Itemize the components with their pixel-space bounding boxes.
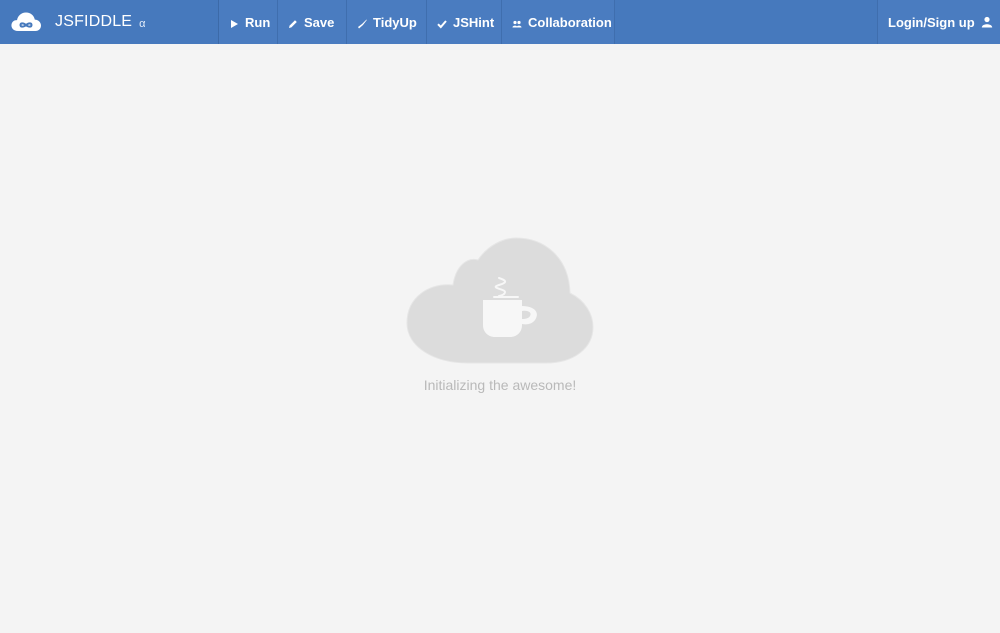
loading-message: Initializing the awesome! — [423, 377, 577, 393]
alpha-badge: α — [139, 18, 146, 30]
pencil-icon — [288, 17, 298, 28]
jshint-label: JSHint — [453, 14, 495, 30]
brand-title: JSFIDDLE — [55, 13, 133, 30]
cloud-coffee-cup-icon — [406, 237, 594, 365]
jshint-button[interactable]: JSHint — [426, 0, 501, 44]
run-button[interactable]: Run — [218, 0, 277, 44]
broom-icon — [357, 17, 367, 29]
run-label: Run — [245, 14, 271, 30]
cloud-infinity-icon — [10, 11, 42, 33]
login-label: Login/Sign up — [888, 14, 975, 30]
save-button[interactable]: Save — [277, 0, 346, 44]
login-signup-button[interactable]: Login/Sign up — [877, 0, 1000, 44]
user-icon — [981, 16, 993, 28]
people-icon — [512, 17, 522, 28]
check-icon — [437, 17, 447, 29]
collaboration-button[interactable]: Collaboration — [501, 0, 615, 44]
save-label: Save — [304, 14, 335, 30]
loading-screen: Initializing the awesome! — [0, 44, 1000, 633]
toolbar-actions: Run Save TidyUp JSHint Collaboration — [218, 0, 615, 44]
tidyup-label: TidyUp — [373, 14, 417, 30]
tidyup-button[interactable]: TidyUp — [346, 0, 426, 44]
brand-logo-link[interactable]: JSFIDDLE α — [0, 0, 218, 44]
collaboration-label: Collaboration — [528, 14, 612, 30]
header-spacer — [615, 0, 877, 44]
top-navigation-bar: JSFIDDLE α Run Save TidyUp JSHint Collab… — [0, 0, 1000, 44]
play-icon — [229, 17, 239, 28]
